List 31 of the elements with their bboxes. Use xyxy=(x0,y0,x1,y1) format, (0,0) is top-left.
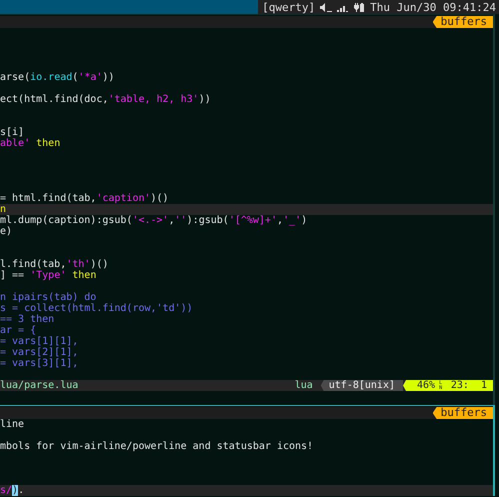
code-line: s = collect(html.find(row,'td')) xyxy=(0,303,193,314)
code-line: s/). xyxy=(0,485,24,496)
cursor-position: 23: 1 xyxy=(450,380,487,391)
code-line: == 3 then xyxy=(0,314,54,325)
code-line: ar = { xyxy=(0,325,36,336)
percent-text: 46% xyxy=(417,380,436,391)
file-name: lua/parse.lua xyxy=(0,380,78,391)
code-line: = html.find(tab,'caption')() xyxy=(0,193,169,204)
speaker-icon xyxy=(320,2,332,12)
code-line: n xyxy=(0,204,6,215)
code-line: s[i] xyxy=(0,127,24,138)
code-line: e) xyxy=(0,226,12,237)
buffers-tab[interactable]: buffers xyxy=(432,407,493,419)
code-line: arse(io.read('*a')) xyxy=(0,72,114,83)
code-line: n ipairs(tab) do xyxy=(0,292,96,303)
code-line: able' then xyxy=(0,138,60,149)
code-line: l.find(tab,'th')() xyxy=(0,259,108,270)
buffers-tab[interactable]: buffers xyxy=(432,16,493,28)
code-line: = vars[3][1], xyxy=(0,358,78,369)
code-line: ect(html.find(doc,'table, h2, h3')) xyxy=(0,94,211,105)
plug-battery-icon xyxy=(354,2,366,12)
code-line: ] == 'Type' then xyxy=(0,270,96,281)
code-line: line xyxy=(0,419,24,430)
code-line: mbols for vim-airline/powerline and statusbar icons! xyxy=(0,441,314,452)
keyboard-layout: [qwerty] xyxy=(262,0,316,14)
file-encoding: utf-8[unix] xyxy=(320,380,403,391)
file-type: lua xyxy=(294,380,314,391)
code-line: = vars[2][1], xyxy=(0,347,78,358)
clock: Thu Jun/30 09:41:24 xyxy=(370,0,496,14)
code-line: = vars[1][1], xyxy=(0,336,78,347)
code-line: ml.dump(caption):gsub('<.->',''):gsub('[^%w]+','_') xyxy=(0,215,308,226)
